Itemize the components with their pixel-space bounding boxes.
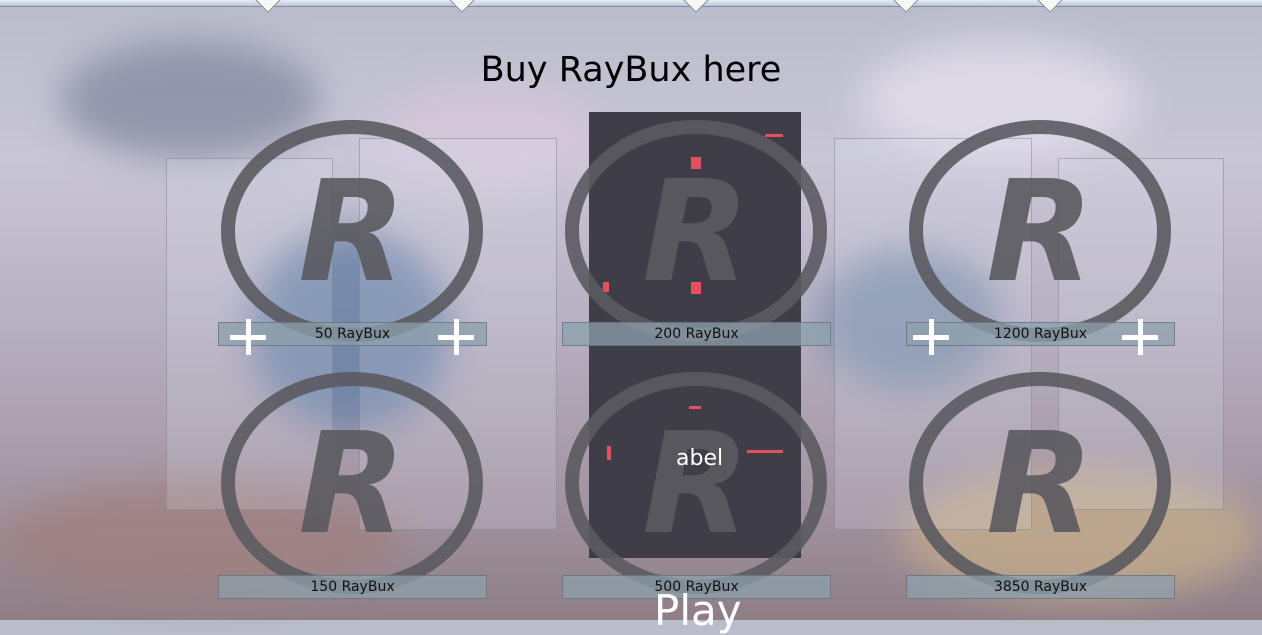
svg-text:R: R	[986, 403, 1094, 566]
raybux-coin-icon[interactable]: R	[909, 372, 1171, 594]
plus-icon[interactable]	[913, 319, 949, 355]
svg-text:R: R	[642, 403, 750, 566]
top-rail	[0, 0, 1262, 13]
svg-text:R: R	[298, 403, 406, 566]
plus-icon[interactable]	[230, 319, 266, 355]
svg-text:R: R	[986, 151, 1094, 314]
raybux-coin-icon[interactable]: R	[221, 120, 483, 342]
buy-200-raybux-button[interactable]: 200 RayBux	[562, 322, 831, 346]
plus-icon[interactable]	[438, 319, 474, 355]
plus-icon[interactable]	[1122, 319, 1158, 355]
buy-3850-raybux-button[interactable]: 3850 RayBux	[906, 575, 1175, 599]
overlay-label: abel	[676, 446, 724, 471]
raybux-coin-icon[interactable]: R	[909, 120, 1171, 342]
raybux-coin-icon[interactable]: R	[565, 120, 827, 342]
buy-150-raybux-button[interactable]: 150 RayBux	[218, 575, 487, 599]
shop-title: Buy RayBux here	[480, 50, 782, 90]
svg-text:R: R	[642, 151, 750, 314]
play-button[interactable]: Play	[654, 586, 742, 635]
raybux-coin-icon[interactable]: R	[565, 372, 827, 594]
svg-text:R: R	[298, 151, 406, 314]
raybux-coin-icon[interactable]: R	[221, 372, 483, 594]
